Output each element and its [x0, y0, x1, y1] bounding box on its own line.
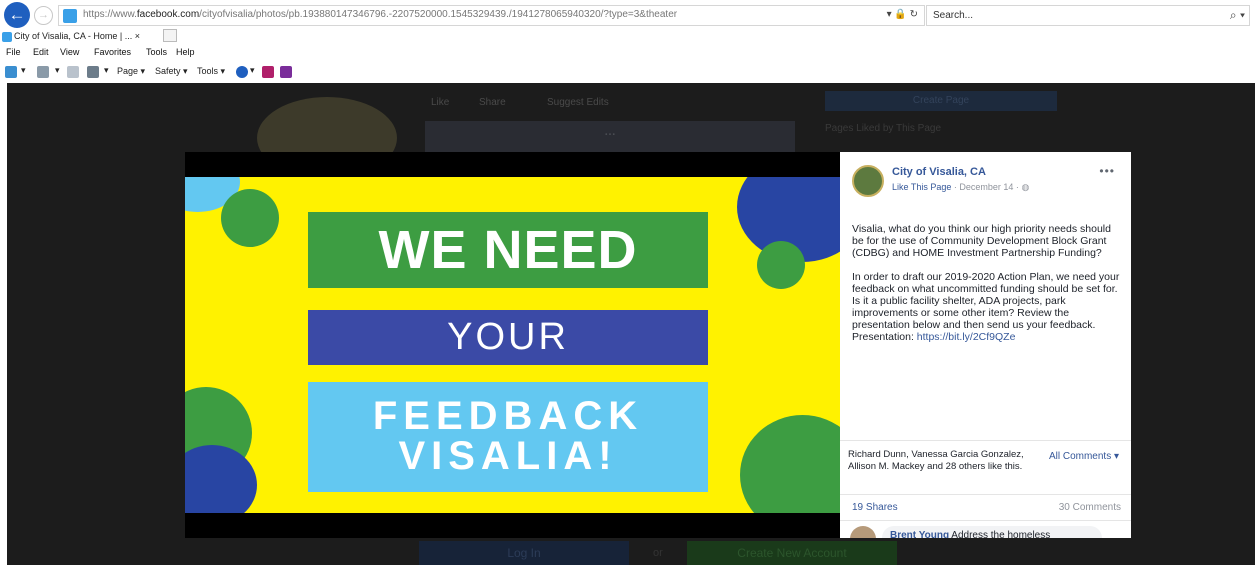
- menu-file[interactable]: File: [6, 47, 21, 57]
- likers-text[interactable]: Richard Dunn, Vanessa Garcia Gonzalez, A…: [848, 449, 1033, 473]
- forward-arrow-icon[interactable]: →: [34, 6, 53, 25]
- dropdown-icon[interactable]: ▾: [21, 65, 26, 76]
- menu-bar: File Edit View Favorites Tools Help: [0, 46, 1255, 60]
- url-field[interactable]: https://www.facebook.com/cityofvisalia/p…: [58, 5, 925, 26]
- menu-favorites[interactable]: Favorites: [94, 47, 131, 57]
- comment-bubble: Brent Young Address the homeless: [882, 526, 1102, 538]
- globe-icon: ◍: [1021, 182, 1030, 192]
- tab-favicon-icon: [2, 32, 12, 42]
- feedback-photo: WE NEED YOUR FEEDBACK VISALIA!: [185, 177, 840, 513]
- tab-bar: City of Visalia, CA - Home | ... ×: [0, 30, 1255, 45]
- safety-menu[interactable]: Safety ▾: [155, 66, 188, 77]
- shares-row: 19 Shares 30 Comments: [840, 494, 1131, 516]
- url-text: https://www.facebook.com/cityofvisalia/p…: [83, 9, 678, 20]
- back-arrow-icon[interactable]: ←: [4, 2, 30, 28]
- more-options-icon[interactable]: •••: [1099, 164, 1115, 178]
- print-icon[interactable]: [87, 66, 99, 78]
- onenote-linked-icon[interactable]: [280, 66, 292, 78]
- all-comments-dropdown[interactable]: All Comments ▾: [1049, 451, 1119, 462]
- page-menu[interactable]: Page ▾: [117, 66, 145, 77]
- command-bar: ▾ ▾ ▾ Page ▾ Safety ▾ Tools ▾ ▾: [0, 62, 1255, 81]
- menu-view[interactable]: View: [60, 47, 79, 57]
- decor-circle: [740, 415, 840, 513]
- lock-refresh-icons[interactable]: ▾ 🔒 ↻: [887, 9, 918, 20]
- dropdown-icon[interactable]: ▾: [55, 65, 60, 76]
- presentation-link[interactable]: https://bit.ly/2Cf9QZe: [917, 331, 1016, 343]
- search-icon[interactable]: ⌕ ▾: [1230, 8, 1245, 23]
- post-side-panel: City of Visalia, CA Like This Page · Dec…: [840, 152, 1131, 538]
- page-actions-background: Like Share Suggest Edits: [431, 97, 609, 108]
- post-date[interactable]: · December 14 ·: [954, 182, 1019, 192]
- address-bar-row: ← → https://www.facebook.com/cityofvisal…: [0, 0, 1255, 30]
- shares-link[interactable]: 19 Shares: [852, 502, 898, 513]
- dropdown-icon[interactable]: ▾: [250, 65, 255, 76]
- banner-we-need: WE NEED: [308, 212, 708, 288]
- decor-circle: [757, 241, 805, 289]
- avatar[interactable]: [852, 165, 884, 197]
- photo-viewer[interactable]: WE NEED YOUR FEEDBACK VISALIA!: [185, 152, 840, 538]
- menu-help[interactable]: Help: [176, 47, 195, 57]
- site-favicon-icon: [63, 9, 77, 23]
- home-icon[interactable]: [5, 66, 17, 78]
- comments-count-link[interactable]: 30 Comments: [1059, 502, 1121, 513]
- comment-author-link[interactable]: Brent Young: [890, 530, 949, 538]
- dropdown-icon[interactable]: ▾: [104, 65, 109, 76]
- tab-city-of-visalia[interactable]: City of Visalia, CA - Home | ... ×: [2, 31, 140, 45]
- tools-menu[interactable]: Tools ▾: [197, 66, 225, 77]
- decor-circle: [221, 189, 279, 247]
- new-tab-button[interactable]: [163, 29, 177, 42]
- post-text: Visalia, what do you think our high prio…: [852, 223, 1120, 343]
- search-input[interactable]: Search... ⌕ ▾: [926, 5, 1250, 26]
- feeds-icon[interactable]: [37, 66, 49, 78]
- banner-feedback: FEEDBACK VISALIA!: [308, 382, 708, 492]
- post-meta: Like This Page · December 14 · ◍: [892, 182, 1029, 193]
- like-page-link[interactable]: Like This Page: [892, 182, 951, 192]
- avatar[interactable]: [850, 526, 876, 538]
- menu-tools[interactable]: Tools: [146, 47, 167, 57]
- create-account-button-background: Create New Account: [687, 541, 897, 565]
- page-name-link[interactable]: City of Visalia, CA: [892, 166, 986, 178]
- banner-your: YOUR: [308, 310, 708, 365]
- menu-edit[interactable]: Edit: [33, 47, 49, 57]
- onenote-icon[interactable]: [262, 66, 274, 78]
- mail-icon[interactable]: [67, 66, 79, 78]
- likes-summary: Richard Dunn, Vanessa Garcia Gonzalez, A…: [840, 440, 1131, 472]
- comment-item: Brent Young Address the homeless: [840, 520, 1131, 538]
- banner-feedback-line: FEEDBACK: [372, 394, 644, 438]
- help-icon[interactable]: [236, 66, 248, 78]
- login-button-background: Log In: [419, 541, 629, 565]
- banner-visalia-line: VISALIA!: [398, 434, 618, 478]
- pages-liked-heading-background: Pages Liked by This Page: [825, 123, 942, 134]
- create-page-button-background: Create Page: [825, 91, 1057, 111]
